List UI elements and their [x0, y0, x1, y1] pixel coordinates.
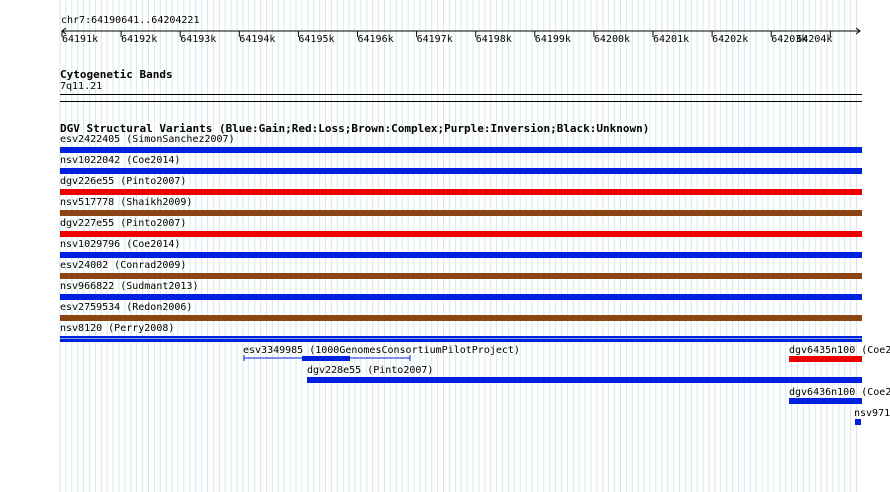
dgv-variant-bar[interactable]: [60, 147, 862, 153]
dgv-variant-label[interactable]: esv24002 (Conrad2009): [60, 260, 186, 272]
dgv-variant-label[interactable]: dgv227e55 (Pinto2007): [60, 218, 186, 230]
dgv-variant-label[interactable]: esv2422405 (SimonSanchez2007): [60, 134, 235, 146]
cytoband-label: 7q11.21: [60, 81, 103, 92]
ruler-tick-label: 64204k: [796, 34, 833, 45]
ruler-tick-label: 64193k: [180, 34, 217, 45]
dgv-variant-bar[interactable]: [60, 336, 862, 342]
dgv-variant-bar[interactable]: [60, 231, 862, 237]
dgv-variant-bar[interactable]: [60, 189, 862, 195]
ruler-tick-label: 64200k: [593, 34, 631, 45]
cytoband-rule-top: [60, 94, 862, 95]
feature-dgv6435n100[interactable]: [789, 356, 862, 362]
ruler-tick-label: 64202k: [712, 34, 749, 45]
cytoband-rule-bottom: [60, 101, 862, 102]
ruler-tick-label: 64198k: [475, 34, 512, 45]
ruler-tick-label: 64201k: [653, 34, 690, 45]
ruler-tick-label: 64195k: [298, 34, 335, 45]
ruler-tick-label: 64194k: [239, 34, 276, 45]
dgv-variant-label[interactable]: nsv8120 (Perry2008): [60, 323, 174, 335]
dgv-variant-label[interactable]: dgv226e55 (Pinto2007): [60, 176, 186, 188]
ruler-tick-label: 64191k: [62, 34, 99, 45]
dgv-variant-bar[interactable]: [60, 168, 862, 174]
ruler-tick-label: 64197k: [416, 34, 453, 45]
ruler-tick-label: 64199k: [534, 34, 571, 45]
feature-label-dgv228e55[interactable]: dgv228e55 (Pinto2007): [307, 365, 433, 377]
feature-esv3349985[interactable]: [240, 352, 420, 364]
ruler-tick-label: 64196k: [357, 34, 394, 45]
dgv-variant-label[interactable]: nsv1029796 (Coe2014): [60, 239, 180, 251]
dgv-section-divider: [60, 338, 862, 339]
dgv-variant-bar[interactable]: [60, 294, 862, 300]
dgv-variant-label[interactable]: nsv517778 (Shaikh2009): [60, 197, 192, 209]
dgv-variant-label[interactable]: nsv966822 (Sudmant2013): [60, 281, 198, 293]
dgv-variant-label[interactable]: nsv1022042 (Coe2014): [60, 155, 180, 167]
feature-nsv971[interactable]: [855, 419, 861, 425]
dgv-variant-bar[interactable]: [60, 315, 862, 321]
dgv-variant-bar[interactable]: [60, 273, 862, 279]
feature-dgv6436n100[interactable]: [789, 398, 862, 404]
ruler-tick-label: 64192k: [121, 34, 158, 45]
dgv-variant-bar[interactable]: [60, 210, 862, 216]
dgv-variant-label[interactable]: esv2759534 (Redon2006): [60, 302, 192, 314]
feature-dgv228e55[interactable]: [307, 377, 862, 383]
cytoband-track-title: Cytogenetic Bands: [60, 68, 173, 81]
dgv-variant-bar[interactable]: [60, 252, 862, 258]
